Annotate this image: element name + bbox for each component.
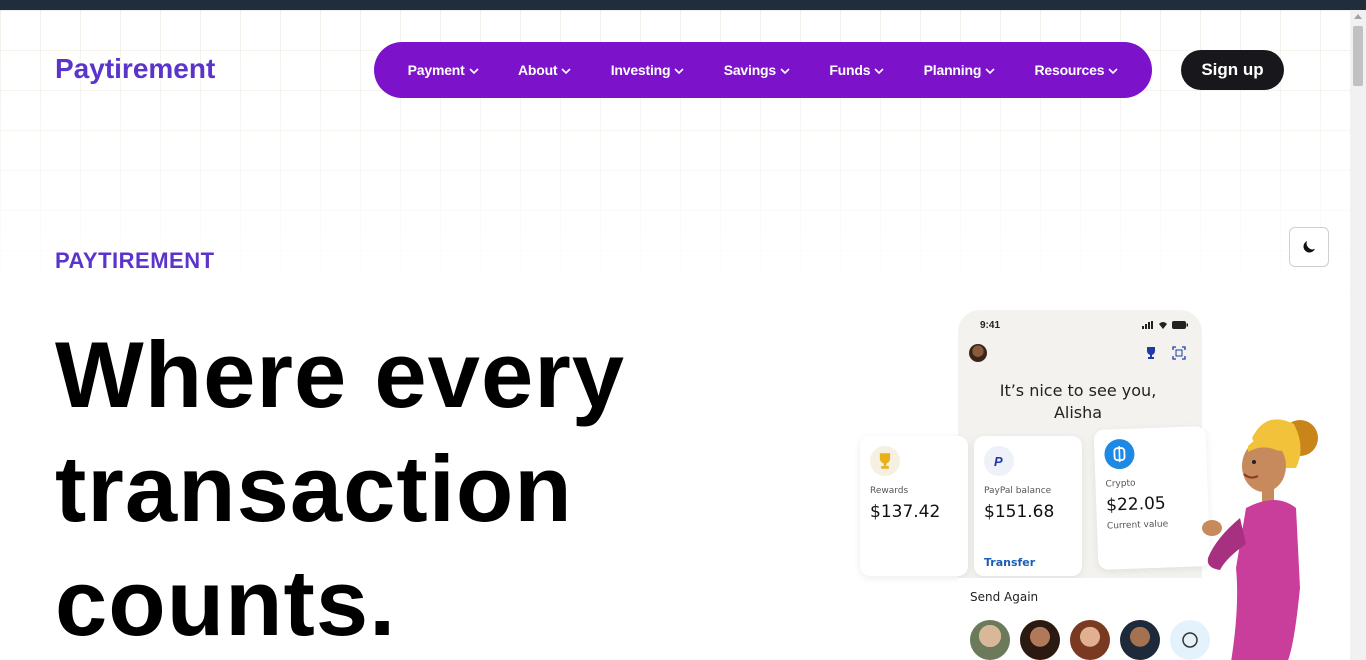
chevron-down-icon <box>780 68 790 75</box>
card-label: Crypto <box>1105 478 1136 490</box>
scrollbar-thumb[interactable] <box>1353 26 1363 86</box>
card-value: $137.42 <box>870 502 941 522</box>
trophy-icon <box>870 446 900 476</box>
nav-item-payment[interactable]: Payment <box>408 62 479 78</box>
card-value: $22.05 <box>1105 493 1167 516</box>
status-icons <box>1142 321 1188 329</box>
qr-scan-icon <box>1172 346 1186 360</box>
nav-item-label: Planning <box>923 62 982 78</box>
status-time: 9:41 <box>980 320 1001 331</box>
nav-item-investing[interactable]: Investing <box>611 62 685 78</box>
top-strip <box>0 0 1366 10</box>
nav-item-label: Investing <box>610 62 671 78</box>
hero-line: Where every <box>55 322 626 427</box>
paypal-icon: P <box>984 446 1014 476</box>
trophy-icon <box>1147 347 1155 359</box>
crypto-card: Crypto $22.05 Current value <box>1093 426 1211 570</box>
paypal-balance-card: P PayPal balance $151.68 Transfer <box>974 436 1082 576</box>
bitcoin-icon <box>1103 438 1135 470</box>
main-nav: Payment About Investing Savings Funds Pl… <box>374 42 1152 98</box>
card-sublabel: Current value <box>1106 519 1169 532</box>
hero-eyebrow: PAYTIREMENT <box>55 248 215 273</box>
nav-item-label: Savings <box>723 62 776 78</box>
greeting-line: It’s nice to see you, <box>999 381 1157 400</box>
send-again-panel: Send Again <box>958 578 1210 660</box>
theme-toggle-button[interactable] <box>1289 227 1329 267</box>
contact-list <box>970 620 1210 660</box>
card-label: PayPal balance <box>984 486 1052 496</box>
nav-item-label: Funds <box>829 62 871 78</box>
hero-line: transaction <box>55 436 573 541</box>
scroll-up-arrow-icon[interactable] <box>1354 14 1362 19</box>
rewards-card: Rewards $137.42 <box>860 436 968 576</box>
phone-header-icons <box>1144 346 1186 360</box>
svg-text:P: P <box>994 454 1003 469</box>
signup-button[interactable]: Sign up <box>1181 50 1284 90</box>
chevron-down-icon <box>1108 68 1118 75</box>
contact-avatar[interactable] <box>970 620 1010 660</box>
contact-avatar[interactable] <box>1020 620 1060 660</box>
avatar <box>969 344 987 362</box>
send-again-title: Send Again <box>970 590 1039 604</box>
battery-icon <box>1172 321 1188 329</box>
nav-item-planning[interactable]: Planning <box>924 62 996 78</box>
chevron-down-icon <box>674 68 684 75</box>
chevron-down-icon <box>985 68 995 75</box>
nav-item-savings[interactable]: Savings <box>724 62 790 78</box>
person-illustration <box>1202 419 1318 660</box>
greeting: It’s nice to see you, Alisha <box>958 380 1198 424</box>
chevron-down-icon <box>561 68 571 75</box>
chevron-down-icon <box>874 68 884 75</box>
hero-line: counts. <box>55 550 397 655</box>
card-value: $151.68 <box>984 502 1055 522</box>
chevron-down-icon <box>469 68 479 75</box>
nav-item-label: About <box>517 62 558 78</box>
signal-icon <box>1142 321 1153 329</box>
moon-icon <box>1303 241 1315 253</box>
wifi-icon <box>1159 322 1167 329</box>
transfer-link[interactable]: Transfer <box>984 556 1035 569</box>
nav-item-about[interactable]: About <box>518 62 571 78</box>
scrollbar[interactable] <box>1350 10 1366 660</box>
contact-avatar[interactable] <box>1070 620 1110 660</box>
card-label: Rewards <box>870 486 909 496</box>
nav-item-resources[interactable]: Resources <box>1035 62 1119 78</box>
nav-item-label: Resources <box>1034 62 1105 78</box>
contact-avatar[interactable] <box>1120 620 1160 660</box>
nav-item-label: Payment <box>407 62 465 78</box>
nav-item-funds[interactable]: Funds <box>829 62 884 78</box>
brand-logo[interactable]: Paytirement <box>55 53 215 85</box>
greeting-name: Alisha <box>1053 403 1103 422</box>
hero-heading: Where every transaction counts. <box>55 318 715 660</box>
